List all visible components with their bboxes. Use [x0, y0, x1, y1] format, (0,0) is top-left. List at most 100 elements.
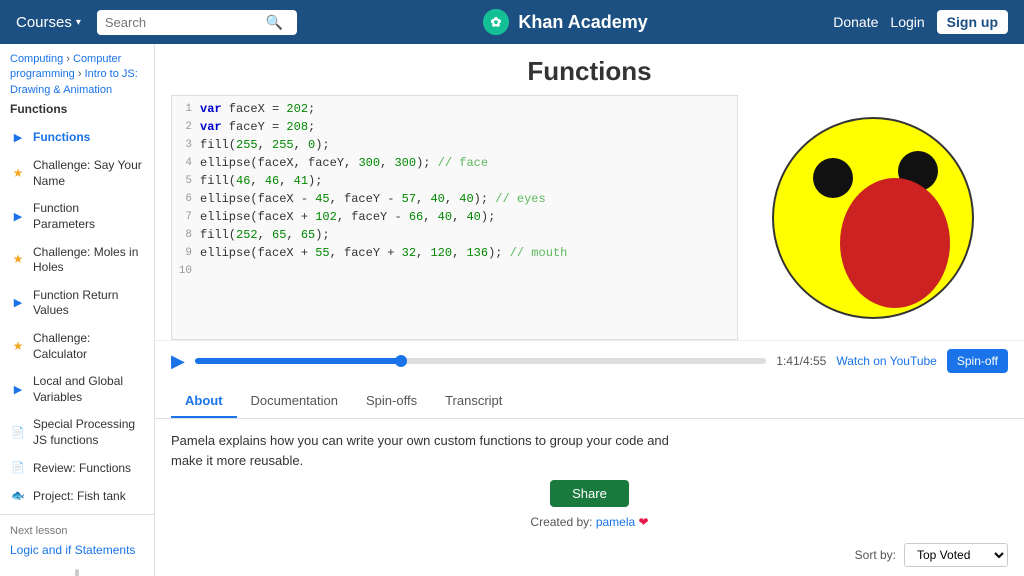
sidebar-item-review-functions[interactable]: 📄Review: Functions	[0, 454, 154, 482]
num-token: 46	[265, 174, 279, 188]
line-code: ellipse(faceX, faceY, 300, 300); // face	[200, 156, 737, 170]
sidebar-item-challenge-moles-in-holes[interactable]: ★ Challenge: Moles in Holes	[0, 239, 154, 282]
tab-documentation[interactable]: Documentation	[237, 385, 352, 418]
fn-token: ;	[308, 120, 315, 134]
fn-token: );	[481, 210, 495, 224]
play-button[interactable]: ▶	[171, 351, 185, 372]
about-panel: Pamela explains how you can write your o…	[155, 419, 1024, 537]
sidebar: Computing › Computer programming › Intro…	[0, 44, 155, 576]
search-input[interactable]	[105, 15, 260, 30]
courses-menu[interactable]: Courses ▾	[16, 14, 81, 31]
play-icon: ▶	[10, 295, 26, 311]
num-token: 32	[402, 246, 416, 260]
sidebar-item-special-processing-js-functions[interactable]: 📄Special Processing​JS functions	[0, 411, 154, 454]
fn-token: , faceY +	[330, 246, 402, 260]
line-number: 1	[172, 102, 200, 115]
login-button[interactable]: Login	[890, 14, 924, 30]
fn-token: ,	[416, 246, 430, 260]
signup-button[interactable]: Sign up	[937, 10, 1008, 34]
sort-select[interactable]: Top VotedRecentOldest	[904, 543, 1008, 567]
smiley-face-preview	[763, 103, 983, 333]
fn-token: ellipse(faceX +	[200, 246, 315, 260]
sidebar-item-challenge-calculator[interactable]: ★Challenge: Calculator	[0, 325, 154, 368]
page-title: Functions	[155, 44, 1024, 95]
sidebar-item-project-fish-tank[interactable]: 🐟Project: Fish tank	[0, 482, 154, 510]
breadcrumb-computing[interactable]: Computing	[10, 53, 63, 65]
tab-about[interactable]: About	[171, 385, 237, 418]
brand-name: Khan Academy	[518, 12, 647, 33]
fn-token: ,	[294, 138, 308, 152]
heart-icon: ❤	[639, 515, 649, 529]
progress-thumb[interactable]	[395, 355, 407, 367]
num-token: 41	[294, 174, 308, 188]
num-token: 120	[430, 246, 452, 260]
line-code: ellipse(faceX - 45, faceY - 57, 40, 40);…	[200, 192, 737, 206]
line-number: 7	[172, 210, 200, 223]
spin-off-button[interactable]: Spin-off	[947, 349, 1008, 373]
sidebar-item-label: Project: Fish tank	[33, 489, 126, 505]
next-lesson-title[interactable]: Logic and if Statements	[0, 541, 154, 565]
sidebar-item-label: Functions	[33, 130, 90, 146]
code-line: 9ellipse(faceX + 55, faceY + 32, 120, 13…	[172, 246, 737, 264]
kw-token: var	[200, 120, 222, 134]
tab-transcript[interactable]: Transcript	[431, 385, 516, 418]
sidebar-item-functions[interactable]: ▶Functions	[0, 124, 154, 152]
chevron-down-icon: ▾	[76, 17, 81, 28]
fn-token: , faceY -	[337, 210, 409, 224]
watch-youtube-link[interactable]: Watch on YouTube	[836, 354, 937, 368]
num-token: 66	[409, 210, 423, 224]
about-description: Pamela explains how you can write your o…	[171, 431, 671, 470]
layout: Computing › Computer programming › Intro…	[0, 44, 1024, 576]
play-icon: ▶	[10, 382, 26, 398]
star-icon: ★	[10, 339, 26, 355]
num-token: 202	[286, 102, 308, 116]
line-number: 3	[172, 138, 200, 151]
fn-token: , faceY -	[330, 192, 402, 206]
header: Courses ▾ 🔍 ✿ Khan Academy Donate Login …	[0, 0, 1024, 44]
num-token: 300	[358, 156, 380, 170]
created-row: Created by: pamela ❤	[171, 515, 1008, 529]
courses-label: Courses	[16, 14, 72, 31]
sidebar-item-label: Function Parameters	[33, 201, 144, 232]
fn-token: );	[488, 246, 510, 260]
search-icon: 🔍	[266, 14, 283, 31]
code-line: 5fill(46, 46, 41);	[172, 174, 737, 192]
progress-bar[interactable]	[195, 358, 766, 364]
sidebar-item-challenge-say-your-name[interactable]: ★Challenge: Say Your Name	[0, 152, 154, 195]
donate-button[interactable]: Donate	[833, 14, 878, 30]
num-token: 136	[466, 246, 488, 260]
kw-token: var	[200, 102, 222, 116]
fn-token: ,	[452, 210, 466, 224]
sidebar-item-function-return-values[interactable]: ▶ Function Return Values	[0, 282, 154, 325]
cm-token: // eyes	[495, 192, 545, 206]
fn-token: ,	[286, 228, 300, 242]
sidebar-item-label: Function Return Values	[33, 288, 144, 319]
fn-token: ellipse(faceX +	[200, 210, 315, 224]
line-code: var faceX = 202;	[200, 102, 737, 116]
fn-token: ,	[380, 156, 394, 170]
breadcrumb: Computing › Computer programming › Intro…	[0, 44, 154, 102]
preview-canvas	[738, 95, 1008, 340]
code-line: 7ellipse(faceX + 102, faceY - 66, 40, 40…	[172, 210, 737, 228]
fn-token: ,	[279, 174, 293, 188]
sidebar-item-function-parameters[interactable]: ▶Function Parameters	[0, 195, 154, 238]
breadcrumb-sep2: ›	[78, 68, 85, 80]
code-line: 4ellipse(faceX, faceY, 300, 300); // fac…	[172, 156, 737, 174]
time-display: 1:41/4:55	[776, 354, 826, 368]
num-token: 55	[315, 246, 329, 260]
sort-row: Sort by: Top VotedRecentOldest	[155, 537, 1024, 573]
code-editor[interactable]: 1var faceX = 202;2var faceY = 208;3fill(…	[171, 95, 738, 340]
sidebar-scrollbar[interactable]	[75, 569, 79, 576]
line-code: var faceY = 208;	[200, 120, 737, 134]
sidebar-item-local-and-global-variables[interactable]: ▶Local and Global Variables	[0, 368, 154, 411]
sidebar-item-label: Challenge: Moles in Holes	[33, 245, 144, 276]
fn-token: );	[315, 138, 329, 152]
editor-preview-area: 1var faceX = 202;2var faceY = 208;3fill(…	[155, 95, 1024, 340]
star-icon: ★	[10, 252, 26, 268]
next-lesson-label: Next lesson	[0, 514, 154, 541]
author-link[interactable]: pamela	[596, 515, 635, 529]
tab-spinoffs[interactable]: Spin-offs	[352, 385, 431, 418]
fn-token: ,	[258, 228, 272, 242]
share-button[interactable]: Share	[550, 480, 629, 507]
khan-academy-logo-icon: ✿	[482, 8, 510, 36]
